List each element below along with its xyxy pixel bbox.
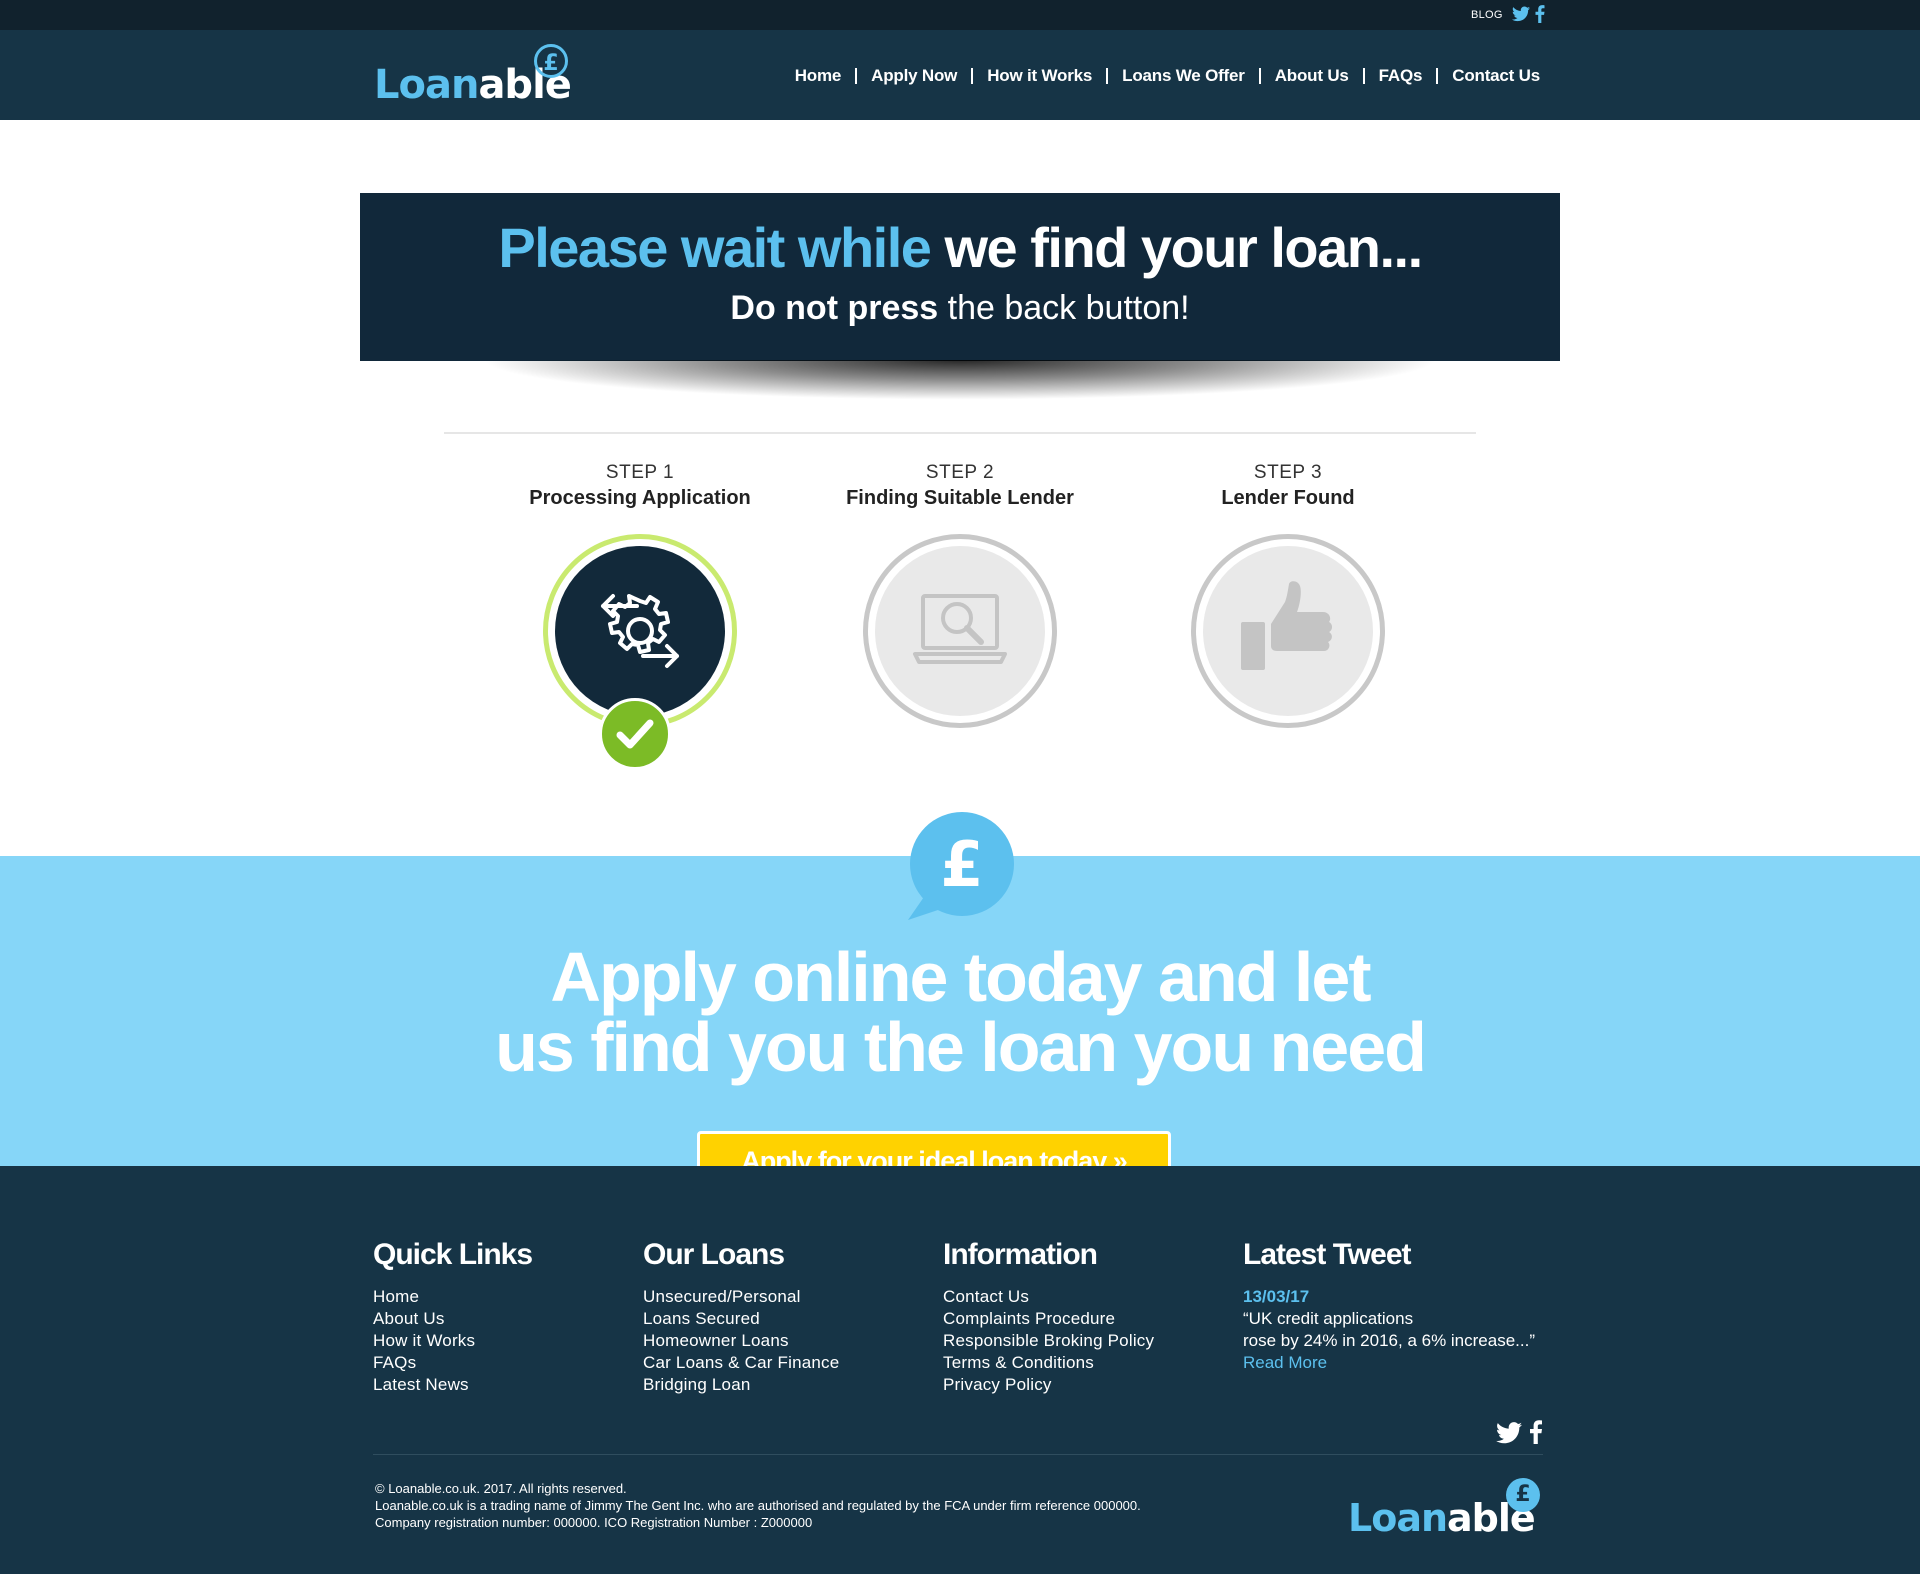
apply-headline-line-1: Apply online today and let: [550, 938, 1371, 1016]
tweet-date: 13/03/17: [1243, 1287, 1310, 1306]
footer-twitter-icon[interactable]: [1496, 1422, 1522, 1444]
nav-separator: [1362, 68, 1365, 84]
nav-separator: [1436, 68, 1439, 84]
steps-divider: [444, 432, 1476, 434]
footer-link-bridging-loan[interactable]: Bridging Loan: [643, 1374, 839, 1396]
logo-part-loan: Loan: [1348, 1496, 1448, 1540]
laptop-search-icon: [913, 594, 1007, 664]
apply-headline-line-2: us find you the loan you need: [495, 1008, 1427, 1086]
top-utility-bar: BLOG: [0, 0, 1920, 30]
step-2: STEP 2 Finding Suitable Lender: [800, 462, 1120, 728]
step-ring: [863, 534, 1057, 728]
logo-pound-icon: £: [534, 44, 568, 78]
footer-our-loans: Our Loans Unsecured/Personal Loans Secur…: [643, 1238, 839, 1396]
footer-link-complaints[interactable]: Complaints Procedure: [943, 1308, 1154, 1330]
nav-loans-we-offer[interactable]: Loans We Offer: [1122, 66, 1245, 86]
step-title: Finding Suitable Lender: [846, 487, 1074, 509]
wait-headline: Please wait while we find your loan...: [360, 215, 1560, 280]
footer-link-car-loans[interactable]: Car Loans & Car Finance: [643, 1352, 839, 1374]
footer-link-privacy[interactable]: Privacy Policy: [943, 1374, 1154, 1396]
wait-subheadline: Do not press the back button!: [360, 289, 1560, 328]
banner-shadow: [480, 360, 1440, 400]
tweet-text-line-2: rose by 24% in 2016, a 6% increase...”: [1243, 1331, 1535, 1350]
nav-home[interactable]: Home: [795, 66, 842, 86]
step-icon-circle: [1203, 546, 1373, 716]
wait-headline-rest: we find your loan...: [930, 216, 1423, 279]
wait-banner: Please wait while we find your loan... D…: [360, 193, 1560, 361]
footer-heading: Latest Tweet: [1243, 1238, 1412, 1271]
thumbs-up-icon: [1241, 581, 1332, 670]
registration-line: Company registration number: 000000. ICO…: [375, 1515, 813, 1530]
step-title: Processing Application: [529, 487, 751, 509]
site-logo[interactable]: Loanable £: [374, 44, 574, 108]
footer-quick-links: Quick Links Home About Us How it Works F…: [373, 1238, 533, 1396]
pound-speech-bubble-icon: £: [908, 812, 1014, 920]
nav-separator: [855, 68, 858, 84]
apply-headline: Apply online today and let us find you t…: [0, 942, 1920, 1082]
step-number: STEP 3: [1253, 462, 1323, 483]
step-complete-check-icon: [599, 698, 671, 770]
footer-latest-tweet: Latest Tweet 13/03/17 “UK credit applica…: [1243, 1238, 1535, 1374]
tweet-text-line-1: “UK credit applications: [1243, 1309, 1414, 1328]
nav-separator: [1258, 68, 1261, 84]
logo-part-loan: Loan: [374, 62, 479, 108]
logo-pound-icon: £: [1506, 1478, 1540, 1512]
step-icon-circle: [875, 546, 1045, 716]
wait-sub-rest: the back button!: [938, 289, 1190, 327]
footer-link-home[interactable]: Home: [373, 1286, 532, 1308]
footer-facebook-icon[interactable]: [1530, 1420, 1542, 1444]
main-nav: Home Apply Now How it Works Loans We Off…: [795, 66, 1540, 86]
footer-divider: [373, 1454, 1543, 1455]
footer-heading: Our Loans: [643, 1238, 785, 1271]
footer-logo[interactable]: Loanable £: [1348, 1478, 1544, 1540]
step-3: STEP 3 Lender Found: [1128, 462, 1448, 728]
nav-faqs[interactable]: FAQs: [1379, 66, 1423, 86]
wait-sub-bold: Do not press: [730, 289, 939, 327]
nav-separator: [1106, 68, 1109, 84]
twitter-icon[interactable]: [1512, 6, 1530, 22]
site-header: Loanable £ Home Apply Now How it Works L…: [0, 30, 1920, 120]
footer-heading: Information: [943, 1238, 1098, 1271]
logo-wordmark: Loanable: [1348, 1496, 1536, 1540]
footer-link-how-it-works[interactable]: How it Works: [373, 1330, 532, 1352]
tweet-read-more-link[interactable]: Read More: [1243, 1353, 1327, 1372]
nav-apply-now[interactable]: Apply Now: [871, 66, 957, 86]
wait-headline-highlight: Please wait while: [498, 216, 932, 279]
nav-contact-us[interactable]: Contact Us: [1452, 66, 1540, 86]
footer-link-terms[interactable]: Terms & Conditions: [943, 1352, 1154, 1374]
footer-link-loans-secured[interactable]: Loans Secured: [643, 1308, 839, 1330]
footer-link-about-us[interactable]: About Us: [373, 1308, 532, 1330]
nav-about-us[interactable]: About Us: [1275, 66, 1349, 86]
footer-link-homeowner-loans[interactable]: Homeowner Loans: [643, 1330, 839, 1352]
nav-how-it-works[interactable]: How it Works: [987, 66, 1092, 86]
footer-link-contact-us[interactable]: Contact Us: [943, 1286, 1154, 1308]
legal-text: © Loanable.co.uk. 2017. All rights reser…: [375, 1480, 1141, 1531]
blog-link[interactable]: BLOG: [1471, 9, 1503, 21]
footer-link-unsecured-personal[interactable]: Unsecured/Personal: [643, 1286, 839, 1308]
step-icon-circle: [555, 546, 725, 716]
facebook-icon[interactable]: [1535, 5, 1545, 23]
footer-heading: Quick Links: [373, 1238, 533, 1271]
process-gear-icon: [601, 594, 679, 668]
copyright-line: © Loanable.co.uk. 2017. All rights reser…: [375, 1481, 627, 1496]
step-1: STEP 1 Processing Application: [480, 462, 800, 770]
pound-symbol: £: [940, 828, 983, 901]
footer-link-broking-policy[interactable]: Responsible Broking Policy: [943, 1330, 1154, 1352]
regulation-line: Loanable.co.uk is a trading name of Jimm…: [375, 1498, 1141, 1513]
step-number: STEP 2: [925, 462, 995, 483]
step-ring: [1191, 534, 1385, 728]
footer-link-faqs[interactable]: FAQs: [373, 1352, 532, 1374]
site-footer: Quick Links Home About Us How it Works F…: [0, 1166, 1920, 1574]
footer-information: Information Contact Us Complaints Proced…: [943, 1238, 1154, 1396]
footer-link-latest-news[interactable]: Latest News: [373, 1374, 532, 1396]
nav-separator: [971, 68, 974, 84]
step-title: Lender Found: [1221, 487, 1355, 509]
step-number: STEP 1: [605, 462, 675, 483]
